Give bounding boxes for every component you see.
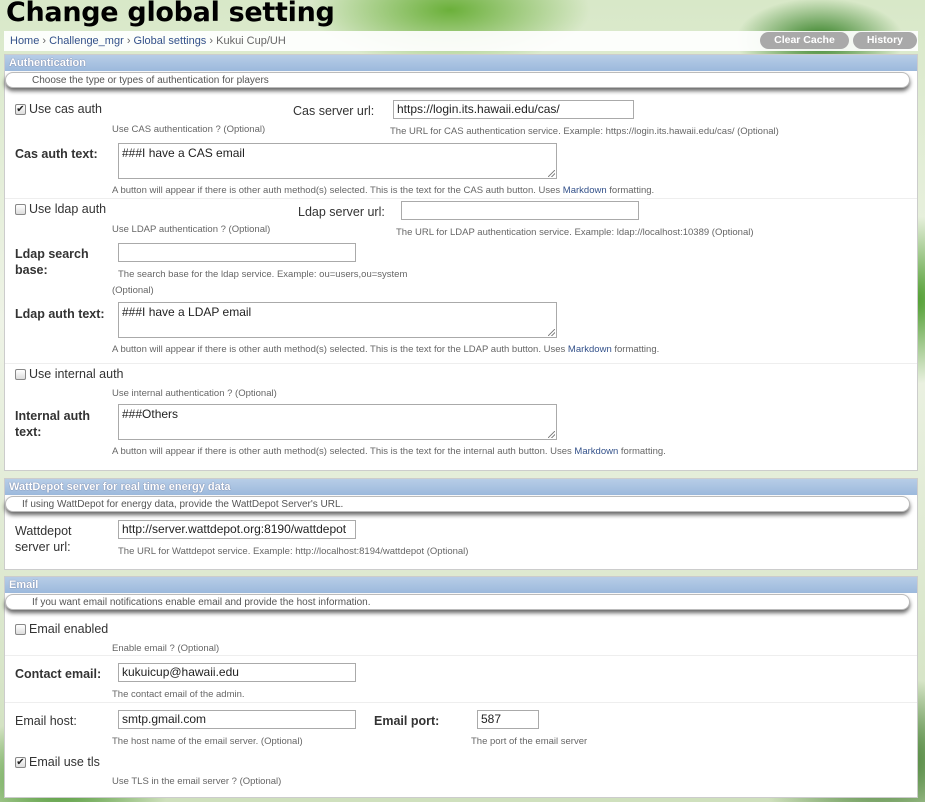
email-heading: Email xyxy=(5,577,917,593)
help-text: formatting. xyxy=(609,185,655,196)
contact-email-label: Contact email: xyxy=(15,667,102,681)
authentication-heading: Authentication xyxy=(5,55,917,71)
use-cas-auth-checkbox[interactable]: ✔ xyxy=(15,104,26,115)
help-text: A button will appear if there is other a… xyxy=(112,344,566,355)
history-button[interactable]: History xyxy=(852,32,917,49)
breadcrumb-app-link[interactable]: Challenge_mgr xyxy=(49,35,124,47)
use-cas-auth-label: Use cas auth xyxy=(29,102,102,116)
email-fieldset: Email If you want email notifications en… xyxy=(4,576,918,798)
email-host-input[interactable]: smtp.gmail.com xyxy=(118,710,356,729)
contact-email-input[interactable]: kukuicup@hawaii.edu xyxy=(118,663,356,682)
object-tools: Clear Cache History xyxy=(760,32,917,49)
use-ldap-auth-checkbox[interactable] xyxy=(15,204,26,215)
ldap-auth-text-help: A button will appear if there is other a… xyxy=(112,344,659,355)
ldap-server-url-label: Ldap server url: xyxy=(298,205,385,219)
help-text: formatting. xyxy=(614,344,660,355)
internal-auth-text-value: ###Others xyxy=(122,407,179,421)
label-line: Internal auth xyxy=(15,409,91,423)
authentication-fieldset: Authentication Choose the type or types … xyxy=(4,54,918,471)
email-enabled-label: Email enabled xyxy=(29,622,109,636)
email-use-tls-help: Use TLS in the email server ? (Optional) xyxy=(112,776,282,787)
page-title: Change global setting xyxy=(6,0,335,28)
markdown-link[interactable]: Markdown xyxy=(568,344,612,355)
use-ldap-auth-help: Use LDAP authentication ? (Optional) xyxy=(112,224,271,235)
email-use-tls-label: Email use tls xyxy=(29,755,100,769)
wattdepot-row: Wattdepot server url: http://server.wattd… xyxy=(5,512,917,568)
ldap-rows: Use ldap auth Use LDAP authentication ? … xyxy=(5,199,917,364)
label-line: base: xyxy=(15,263,48,277)
authentication-description: Choose the type or types of authenticati… xyxy=(5,72,910,88)
ldap-search-base-input[interactable] xyxy=(118,243,356,262)
ldap-search-base-help: The search base for the ldap service. Ex… xyxy=(118,269,408,280)
resize-grip-icon[interactable] xyxy=(548,170,555,177)
breadcrumb-home-link[interactable]: Home xyxy=(10,35,39,47)
internal-auth-text-label: Internal auth text: xyxy=(15,408,90,440)
cas-server-url-input[interactable]: https://login.its.hawaii.edu/cas/ xyxy=(393,100,634,119)
label-line: text: xyxy=(15,425,42,439)
use-internal-auth-help: Use internal authentication ? (Optional) xyxy=(112,388,277,399)
email-enabled-checkbox[interactable] xyxy=(15,624,26,635)
breadcrumb-separator: › xyxy=(209,35,214,47)
contact-email-help: The contact email of the admin. xyxy=(112,689,245,700)
internal-rows: Use internal auth Use internal authentic… xyxy=(5,364,917,464)
markdown-link[interactable]: Markdown xyxy=(574,446,618,457)
resize-grip-icon[interactable] xyxy=(548,329,555,336)
email-port-input[interactable]: 587 xyxy=(477,710,539,729)
wattdepot-server-url-label: Wattdepot server url: xyxy=(15,523,72,555)
ldap-auth-text-label: Ldap auth text: xyxy=(15,307,105,321)
use-internal-auth-checkbox[interactable] xyxy=(15,369,26,380)
email-enabled-help: Enable email ? (Optional) xyxy=(112,643,220,654)
cas-auth-text-value: ###I have a CAS email xyxy=(122,146,245,160)
ldap-server-url-input[interactable] xyxy=(401,201,639,220)
help-text: A button will appear if there is other a… xyxy=(112,446,572,457)
wattdepot-fieldset: WattDepot server for real time energy da… xyxy=(4,478,918,570)
email-port-help: The port of the email server xyxy=(471,736,588,747)
email-host-help: The host name of the email server. (Opti… xyxy=(112,736,303,747)
internal-auth-text-input[interactable]: ###Others xyxy=(118,404,557,440)
email-port-label: Email port: xyxy=(374,714,440,728)
label-line: Wattdepot xyxy=(15,524,72,538)
breadcrumb-model-link[interactable]: Global settings xyxy=(134,35,207,47)
ldap-search-base-label: Ldap search base: xyxy=(15,246,89,278)
breadcrumb-separator: › xyxy=(126,35,131,47)
cas-auth-text-label: Cas auth text: xyxy=(15,147,98,161)
wattdepot-server-url-help: The URL for Wattdepot service. Example: … xyxy=(118,546,469,557)
cas-server-url-label: Cas server url: xyxy=(293,104,375,118)
ldap-auth-text-value: ###I have a LDAP email xyxy=(122,305,252,319)
label-line: server url: xyxy=(15,540,71,554)
wattdepot-server-url-input[interactable]: http://server.wattdepot.org:8190/wattdep… xyxy=(118,520,356,539)
email-host-rows: Email host: smtp.gmail.com The host name… xyxy=(5,703,917,791)
markdown-link[interactable]: Markdown xyxy=(563,185,607,196)
breadcrumb-separator: › xyxy=(42,35,47,47)
email-host-label: Email host: xyxy=(15,714,77,728)
help-text: formatting. xyxy=(620,446,666,457)
label-line: Ldap search xyxy=(15,247,89,261)
email-use-tls-checkbox[interactable]: ✔ xyxy=(15,757,26,768)
ldap-auth-text-input[interactable]: ###I have a LDAP email xyxy=(118,302,557,338)
email-enabled-row: Email enabled Enable email ? (Optional) xyxy=(5,610,917,656)
use-ldap-auth-label: Use ldap auth xyxy=(29,202,107,216)
breadcrumb-current: Kukui Cup/UH xyxy=(216,35,286,47)
wattdepot-heading: WattDepot server for real time energy da… xyxy=(5,479,917,495)
use-internal-auth-label: Use internal auth xyxy=(29,367,124,381)
contact-email-row: Contact email: kukuicup@hawaii.edu The c… xyxy=(5,656,917,703)
ldap-server-url-help: The URL for LDAP authentication service.… xyxy=(396,227,754,238)
cas-auth-text-input[interactable]: ###I have a CAS email xyxy=(118,143,557,179)
cas-auth-text-help: A button will appear if there is other a… xyxy=(112,185,654,196)
wattdepot-description: If using WattDepot for energy data, prov… xyxy=(5,496,910,512)
internal-auth-text-help: A button will appear if there is other a… xyxy=(112,446,666,457)
email-description: If you want email notifications enable e… xyxy=(5,594,910,610)
cas-server-url-help: The URL for CAS authentication service. … xyxy=(390,126,779,137)
clear-cache-button[interactable]: Clear Cache xyxy=(760,32,849,49)
help-text: A button will appear if there is other a… xyxy=(112,185,561,196)
resize-grip-icon[interactable] xyxy=(548,431,555,438)
cas-rows: ✔ Use cas auth Use CAS authentication ? … xyxy=(5,88,917,199)
use-cas-auth-help: Use CAS authentication ? (Optional) xyxy=(112,124,266,135)
ldap-search-base-optional: (Optional) xyxy=(112,285,154,296)
